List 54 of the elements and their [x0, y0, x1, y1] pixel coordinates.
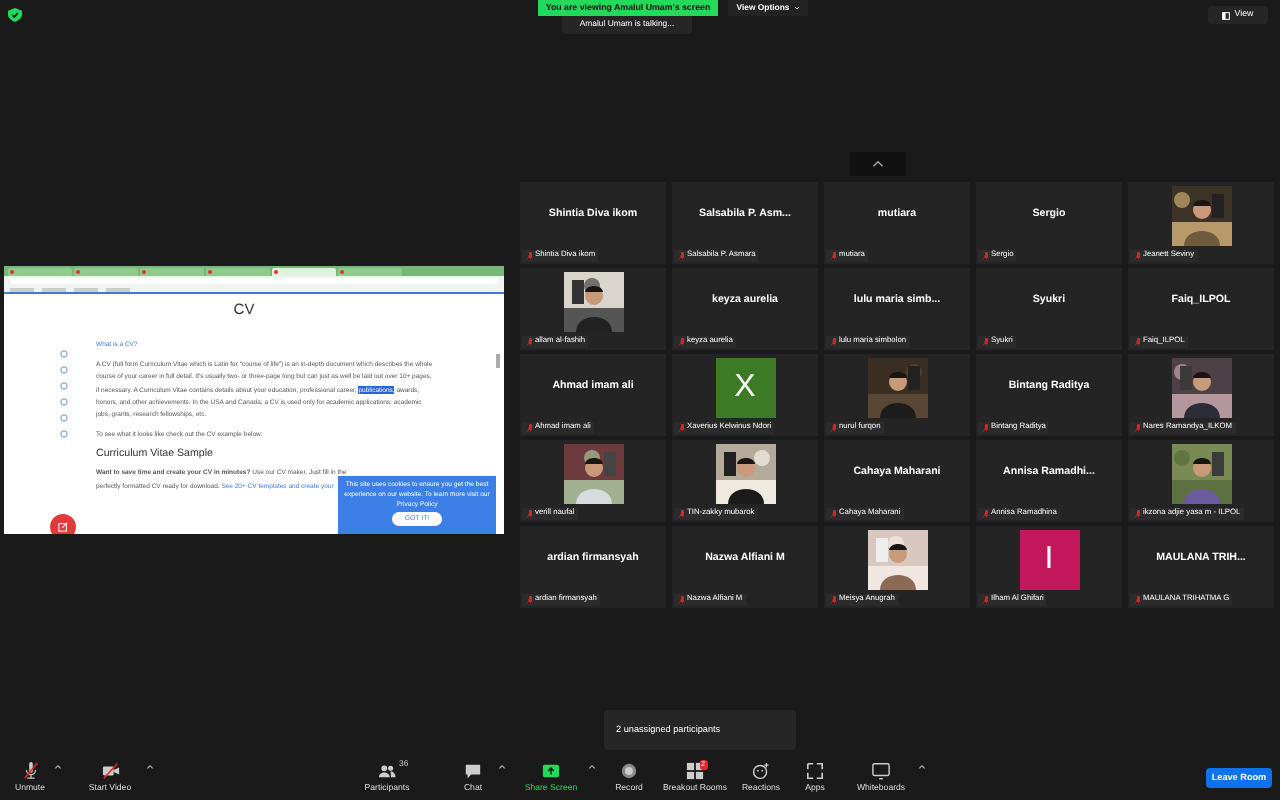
chat-icon [464, 762, 482, 781]
muted-mic-icon [829, 423, 836, 432]
muted-mic-icon [21, 762, 39, 781]
muted-mic-icon [525, 337, 532, 346]
caret-icon [917, 763, 925, 769]
browser-tab[interactable] [206, 268, 270, 276]
security-shield-icon[interactable] [8, 8, 22, 22]
muted-mic-icon [677, 251, 684, 260]
browser-tab[interactable] [338, 268, 402, 276]
edit-icon [58, 522, 68, 532]
share-screen-icon [542, 762, 560, 781]
muted-mic-icon [677, 337, 684, 346]
muted-mic-icon [981, 509, 988, 518]
participant-avatar: X [715, 358, 775, 419]
muted-mic-icon [981, 337, 988, 346]
caret-icon [497, 763, 505, 769]
caret-icon [587, 763, 595, 769]
apps-icon [806, 762, 824, 781]
browser-tab[interactable] [74, 268, 138, 276]
breakout-rooms-icon [686, 762, 704, 781]
edit-button[interactable] [50, 514, 76, 534]
caret-icon [54, 763, 62, 769]
participants-icon [378, 762, 396, 781]
browser-tab[interactable] [272, 268, 336, 276]
browser-tab[interactable] [140, 268, 204, 276]
muted-mic-icon [829, 595, 836, 604]
browser-tab[interactable] [8, 268, 72, 276]
muted-mic-icon [525, 251, 532, 260]
muted-mic-icon [829, 337, 836, 346]
muted-mic-icon [525, 423, 532, 432]
whiteboard-icon [872, 762, 890, 781]
muted-mic-icon [981, 595, 988, 604]
participant-avatar: I [1019, 530, 1079, 591]
muted-mic-icon [1133, 251, 1140, 260]
muted-mic-icon [525, 509, 532, 518]
muted-mic-icon [677, 509, 684, 518]
muted-mic-icon [981, 423, 988, 432]
muted-mic-icon [677, 423, 684, 432]
muted-mic-icon [1133, 423, 1140, 432]
muted-mic-icon [1133, 337, 1140, 346]
record-icon [620, 762, 638, 781]
scroll-up-button[interactable] [850, 152, 906, 176]
muted-mic-icon [525, 595, 532, 604]
muted-mic-icon [981, 251, 988, 260]
caret-icon [146, 763, 154, 769]
muted-mic-icon [829, 251, 836, 260]
layout-icon [1222, 11, 1231, 19]
reactions-icon [752, 762, 770, 781]
muted-mic-icon [1133, 509, 1140, 518]
muted-mic-icon [829, 509, 836, 518]
chevron-up-icon [872, 160, 884, 168]
muted-mic-icon [1133, 595, 1140, 604]
muted-mic-icon [677, 595, 684, 604]
video-off-icon [101, 762, 119, 781]
